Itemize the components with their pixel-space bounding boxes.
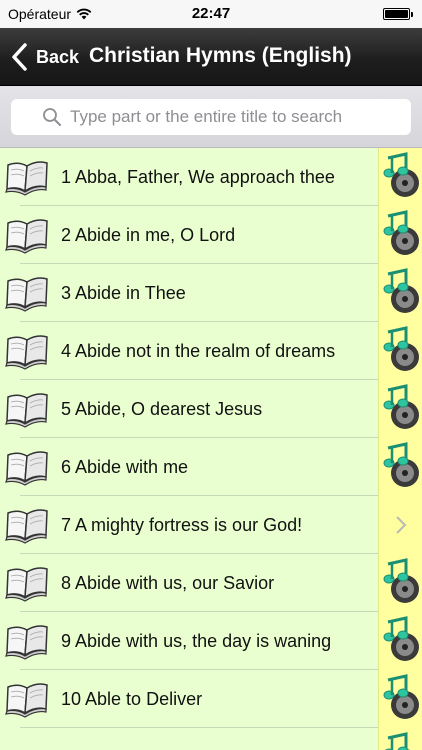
music-disc-icon bbox=[383, 210, 419, 255]
play-audio-button[interactable] bbox=[378, 264, 422, 322]
play-audio-button[interactable] bbox=[378, 438, 422, 496]
music-disc-icon bbox=[383, 674, 419, 719]
play-audio-button[interactable] bbox=[378, 148, 422, 206]
hymn-title: 3 Abide in Thee bbox=[61, 283, 186, 303]
page-title: Christian Hymns (English) bbox=[89, 44, 352, 67]
disclosure-button[interactable] bbox=[378, 496, 422, 554]
hymn-title: 9 Abide with us, the day is waning bbox=[61, 631, 332, 651]
chevron-right-icon bbox=[395, 516, 406, 534]
music-disc-icon bbox=[383, 384, 419, 429]
open-book-icon bbox=[5, 335, 48, 370]
list-item[interactable]: 8 Abide with us, our Savior bbox=[0, 554, 422, 612]
list-item[interactable]: 1 Abba, Father, We approach thee bbox=[0, 148, 422, 206]
chevron-left-icon bbox=[12, 43, 27, 71]
play-audio-button[interactable] bbox=[378, 554, 422, 612]
hymn-title: 7 A mighty fortress is our God! bbox=[61, 515, 303, 535]
open-book-icon bbox=[5, 219, 48, 254]
search-input[interactable] bbox=[70, 107, 380, 127]
hymn-title: 5 Abide, O dearest Jesus bbox=[61, 399, 263, 419]
music-disc-icon bbox=[383, 558, 419, 603]
open-book-icon bbox=[5, 683, 48, 718]
list-item[interactable]: 10 Able to Deliver bbox=[0, 670, 422, 728]
clock: 22:47 bbox=[191, 5, 231, 22]
play-audio-button[interactable] bbox=[378, 322, 422, 380]
open-book-icon bbox=[5, 567, 48, 602]
hymn-list: 1 Abba, Father, We approach thee 2 Abide… bbox=[0, 148, 422, 750]
music-disc-icon bbox=[383, 442, 419, 487]
play-audio-button[interactable] bbox=[378, 380, 422, 438]
play-audio-button[interactable] bbox=[378, 612, 422, 670]
search-icon bbox=[43, 108, 61, 126]
list-item[interactable]: 7 A mighty fortress is our God! bbox=[0, 496, 422, 554]
search-bar bbox=[0, 86, 422, 148]
hymn-title: 4 Abide not in the realm of dreams bbox=[61, 341, 336, 361]
navigation-bar: Back Christian Hymns (English) bbox=[0, 28, 422, 86]
hymn-title: 2 Abide in me, O Lord bbox=[61, 225, 236, 245]
list-item[interactable]: 6 Abide with me bbox=[0, 438, 422, 496]
play-audio-button[interactable] bbox=[378, 670, 422, 728]
open-book-icon bbox=[5, 161, 48, 196]
status-bar: Opérateur 22:47 bbox=[0, 0, 422, 28]
list-item[interactable]: 3 Abide in Thee bbox=[0, 264, 422, 322]
hymn-title: 8 Abide with us, our Savior bbox=[61, 573, 275, 593]
music-disc-icon bbox=[384, 732, 410, 750]
list-item[interactable]: 2 Abide in me, O Lord bbox=[0, 206, 422, 264]
hymn-title: 10 Able to Deliver bbox=[61, 689, 203, 709]
back-button[interactable]: Back bbox=[8, 40, 79, 74]
list-item[interactable]: 9 Abide with us, the day is waning bbox=[0, 612, 422, 670]
list-item[interactable]: 4 Abide not in the realm of dreams bbox=[0, 322, 422, 380]
music-disc-icon bbox=[383, 616, 419, 661]
open-book-icon bbox=[5, 509, 48, 544]
music-disc-icon bbox=[383, 326, 419, 371]
list-item[interactable] bbox=[0, 728, 422, 750]
search-field[interactable] bbox=[11, 99, 411, 135]
open-book-icon bbox=[5, 625, 48, 660]
open-book-icon bbox=[5, 393, 48, 428]
hymn-title: 1 Abba, Father, We approach thee bbox=[61, 167, 335, 187]
play-audio-button[interactable] bbox=[378, 206, 422, 264]
music-disc-icon bbox=[383, 268, 419, 313]
list-item[interactable]: 5 Abide, O dearest Jesus bbox=[0, 380, 422, 438]
open-book-icon bbox=[5, 451, 48, 486]
battery-icon bbox=[383, 8, 413, 20]
play-audio-button[interactable] bbox=[378, 728, 422, 750]
hymn-title: 6 Abide with me bbox=[61, 457, 189, 477]
music-disc-icon bbox=[383, 152, 419, 197]
open-book-icon bbox=[5, 277, 48, 312]
back-button-label: Back bbox=[36, 46, 80, 67]
